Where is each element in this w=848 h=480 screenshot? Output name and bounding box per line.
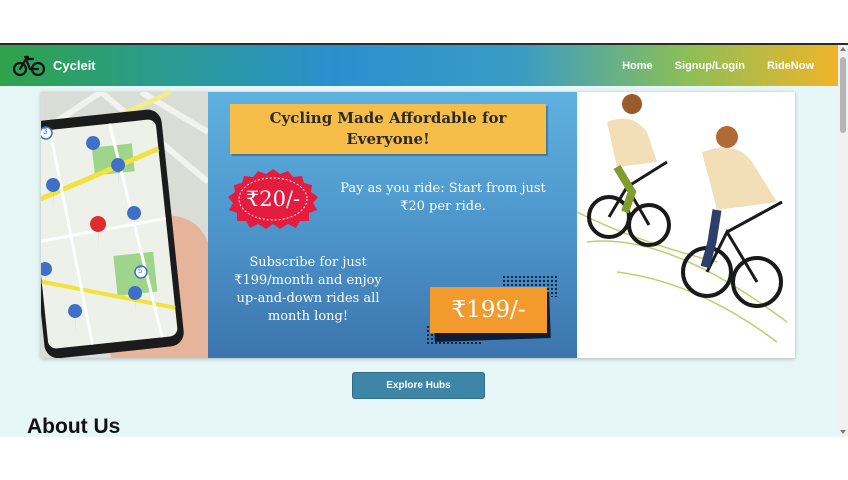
subscription-text: Subscribe for just ₹199/month and enjoy … — [234, 255, 382, 324]
per-ride-price: ₹20/- — [245, 187, 301, 211]
map-illustration — [41, 92, 208, 358]
pricing-panel: Cycling Made Affordable for Everyone! ₹2… — [208, 92, 577, 358]
navbar: Cycleit Home Signup/Login RideNow — [0, 45, 838, 86]
nav-link-home[interactable]: Home — [622, 60, 653, 72]
brand-name: Cycleit — [53, 57, 96, 73]
about-us-heading: About Us — [27, 415, 121, 437]
page-scrollbar[interactable] — [838, 45, 848, 437]
phone-map-image: 3 5 — [41, 92, 208, 358]
scroll-up-arrow-icon[interactable] — [840, 47, 846, 51]
scrollbar-thumb[interactable] — [840, 57, 846, 133]
map-pin-label: 5 — [138, 266, 143, 275]
nav-link-signup-login[interactable]: Signup/Login — [675, 60, 745, 72]
browser-bottom-bar — [0, 437, 848, 480]
nav-link-ridenow[interactable]: RideNow — [767, 60, 814, 72]
cyclists-illustration — [577, 92, 795, 358]
bicycle-logo-icon — [13, 55, 45, 77]
map-pin-label: 3 — [43, 127, 48, 136]
web-page: Cycleit Home Signup/Login RideNow 3 5 Cy… — [0, 43, 848, 437]
scroll-down-arrow-icon[interactable] — [840, 430, 846, 434]
banner-headline: Cycling Made Affordable for Everyone! — [230, 104, 546, 154]
monthly-price-tag: ₹199/- — [430, 287, 547, 333]
browser-top-bar — [0, 0, 848, 43]
cyclists-drawing — [577, 94, 788, 343]
explore-hubs-button[interactable]: Explore Hubs — [352, 372, 485, 399]
brand[interactable]: Cycleit — [13, 53, 96, 77]
nav-links: Home Signup/Login RideNow — [622, 45, 814, 86]
pay-as-you-ride-text: Pay as you ride: Start from just ₹20 per… — [340, 181, 546, 214]
promo-banner: 3 5 Cycling Made Affordable for Everyone… — [41, 92, 795, 358]
